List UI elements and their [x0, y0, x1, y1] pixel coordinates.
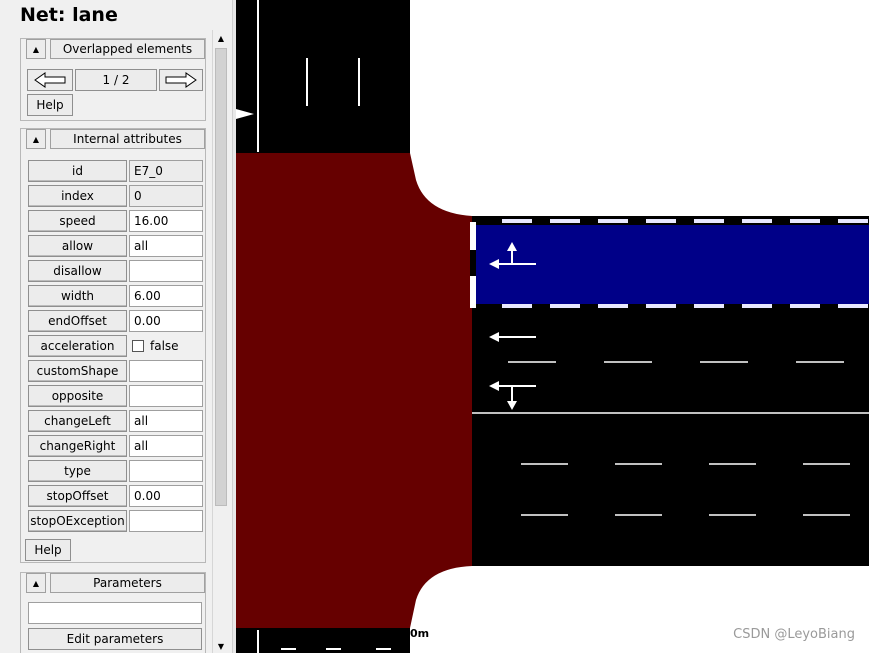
scroll-down-icon[interactable]: ▼: [213, 639, 229, 653]
parameters-group: ▲ Parameters Edit parameters: [20, 572, 206, 653]
attr-value-stopOffset[interactable]: 0.00: [129, 485, 203, 507]
attr-key-customShape[interactable]: customShape: [28, 360, 127, 382]
overlapped-elements-group: ▲ Overlapped elements 1 / 2 Help: [20, 38, 206, 121]
attr-key-stopOffset[interactable]: stopOffset: [28, 485, 127, 507]
attributes-help-button[interactable]: Help: [25, 539, 71, 561]
attr-value-width[interactable]: 6.00: [129, 285, 203, 307]
attr-key-type[interactable]: type: [28, 460, 127, 482]
attr-value-speed[interactable]: 16.00: [129, 210, 203, 232]
attr-value-id: E7_0: [129, 160, 203, 182]
parameters-field[interactable]: [28, 602, 202, 624]
arrow-right-icon: [165, 72, 197, 88]
edit-parameters-button[interactable]: Edit parameters: [28, 628, 202, 650]
arrow-left-icon: [34, 72, 66, 88]
overlap-counter: 1 / 2: [75, 69, 157, 91]
attr-value-allow[interactable]: all: [129, 235, 203, 257]
attr-value-endOffset[interactable]: 0.00: [129, 310, 203, 332]
previous-element-button[interactable]: [27, 69, 73, 91]
internal-attributes-group: ▲ Internal attributes id E7_0 index 0 speed 1…: [20, 128, 206, 563]
attr-key-acceleration[interactable]: acceleration: [28, 335, 127, 357]
panel-scrollbar[interactable]: ▲ ▼: [212, 30, 229, 653]
attr-value-changeRight[interactable]: all: [129, 435, 203, 457]
scroll-thumb[interactable]: [215, 48, 227, 506]
overlapped-elements-label: Overlapped elements: [50, 39, 205, 59]
attr-value-opposite[interactable]: [129, 385, 203, 407]
attr-value-type[interactable]: [129, 460, 203, 482]
attr-value-disallow[interactable]: [129, 260, 203, 282]
acceleration-checkbox[interactable]: false: [129, 335, 201, 357]
attr-key-changeRight[interactable]: changeRight: [28, 435, 127, 457]
network-canvas[interactable]: 0m CSDN @LeyoBiang: [236, 0, 869, 653]
attr-key-opposite[interactable]: opposite: [28, 385, 127, 407]
overlap-help-button[interactable]: Help: [27, 94, 73, 116]
attr-value-changeLeft[interactable]: all: [129, 410, 203, 432]
attr-key-allow[interactable]: allow: [28, 235, 127, 257]
attr-key-speed[interactable]: speed: [28, 210, 127, 232]
watermark: CSDN @LeyoBiang: [733, 627, 855, 642]
attr-key-stopOException[interactable]: stopOException: [28, 510, 127, 532]
next-element-button[interactable]: [159, 69, 203, 91]
attributes-panel: Net: lane ▲ Overlapped elements 1 / 2 He…: [0, 0, 232, 653]
attr-value-customShape[interactable]: [129, 360, 203, 382]
acceleration-value: false: [150, 339, 179, 353]
attr-key-endOffset[interactable]: endOffset: [28, 310, 127, 332]
attr-key-disallow[interactable]: disallow: [28, 260, 127, 282]
attr-key-index[interactable]: index: [28, 185, 127, 207]
north-road[interactable]: [236, 0, 410, 155]
attr-key-width[interactable]: width: [28, 285, 127, 307]
attr-key-id[interactable]: id: [28, 160, 127, 182]
network-view[interactable]: [236, 0, 869, 653]
triangle-up-icon: ▲: [32, 578, 40, 588]
lane-stop-line-gap: [470, 250, 476, 276]
panel-title: Net: lane: [20, 4, 118, 26]
attr-value-index: 0: [129, 185, 203, 207]
junction[interactable]: [236, 153, 472, 628]
triangle-up-icon: ▲: [32, 44, 40, 54]
triangle-up-icon: ▲: [32, 134, 40, 144]
scroll-up-icon[interactable]: ▲: [213, 30, 229, 46]
collapse-attributes-button[interactable]: ▲: [26, 129, 46, 149]
collapse-overlapped-button[interactable]: ▲: [26, 39, 46, 59]
collapse-parameters-button[interactable]: ▲: [26, 573, 46, 593]
parameters-label: Parameters: [50, 573, 205, 593]
attr-key-changeLeft[interactable]: changeLeft: [28, 410, 127, 432]
attr-value-stopOException[interactable]: [129, 510, 203, 532]
scale-label: 0m: [410, 627, 430, 640]
checkbox-icon[interactable]: [132, 340, 144, 352]
internal-attributes-label: Internal attributes: [50, 129, 205, 149]
